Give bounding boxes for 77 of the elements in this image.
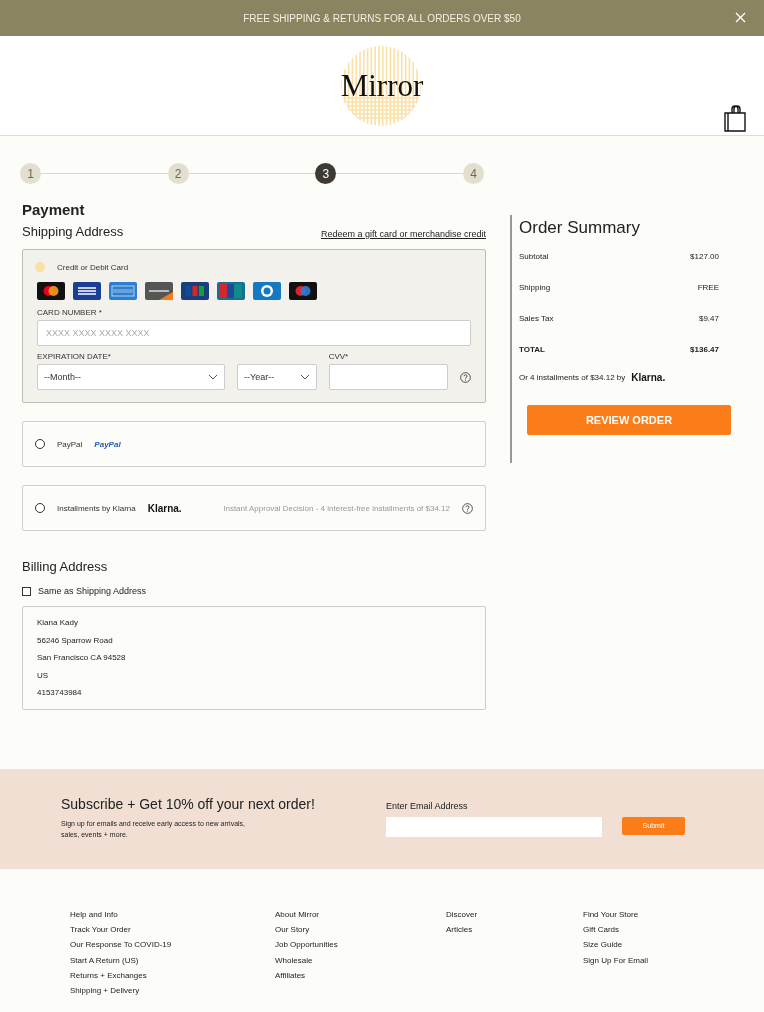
- card-logo-icon: [217, 282, 245, 300]
- redeem-link[interactable]: Redeem a gift card or merchandise credit: [320, 229, 486, 239]
- card-logo-icon: [145, 282, 173, 300]
- section-subtitle: Shipping Address: [22, 224, 124, 239]
- step-indicator: 1: [20, 163, 41, 184]
- radio-button[interactable]: [35, 439, 45, 449]
- footer-link[interactable]: About Mirror: [275, 908, 446, 921]
- klarna-logo: Klarna.: [631, 372, 666, 383]
- caret-icon: [208, 374, 218, 380]
- caret-icon: [299, 374, 310, 380]
- footer-link[interactable]: Articles: [446, 923, 583, 936]
- shopping-bag-icon[interactable]: [724, 105, 746, 132]
- email-field[interactable]: [386, 816, 602, 837]
- help-icon[interactable]: [460, 372, 471, 383]
- footer-link[interactable]: Shipping + Delivery: [70, 985, 275, 998]
- help-icon[interactable]: [462, 502, 473, 514]
- newsletter-title: Subscribe + Get 10% off your next order!: [61, 795, 316, 812]
- installment-note: Or 4 installments of $34.12 by: [519, 373, 626, 382]
- address-line: 4153743984: [37, 687, 83, 699]
- year-dropdown[interactable]: --Year--: [237, 364, 317, 390]
- card-logo-icon: [37, 282, 65, 300]
- field-label: EXPIRATION DATE*: [37, 352, 112, 361]
- footer-link[interactable]: Size Guide: [583, 939, 648, 952]
- footer-link[interactable]: Returns + Exchanges: [70, 970, 275, 983]
- summary-value: $9.47: [698, 314, 719, 325]
- footer-link[interactable]: Our Response To COVID-19: [70, 939, 275, 952]
- address-line: San Francisco CA 94528: [37, 652, 127, 664]
- address-line: Kiana Kady: [37, 617, 79, 629]
- installment-note: Instant Approval Decision - 4 interest-free installments of $34.12: [223, 503, 450, 513]
- payment-option-label: Installments by Klarna: [57, 503, 136, 513]
- payment-option-label: Credit or Debit Card: [57, 262, 129, 272]
- summary-label: Subtotal: [519, 252, 549, 263]
- radio-button[interactable]: [35, 503, 45, 513]
- summary-label: TOTAL: [519, 345, 545, 356]
- footer-link[interactable]: Discover: [446, 908, 583, 921]
- logo-text[interactable]: Mirror: [340, 67, 424, 104]
- footer-link[interactable]: Job Opportunities: [275, 939, 446, 952]
- address-line: 56246 Sparrow Road: [37, 634, 114, 646]
- section-title: Billing Address: [22, 559, 109, 574]
- summary-label: Shipping: [519, 283, 551, 294]
- checkbox-label: Same as Shipping Address: [38, 586, 147, 596]
- section-title: Payment: [22, 201, 86, 218]
- cvv-field[interactable]: [328, 364, 448, 390]
- summary-value: $136.47: [690, 345, 719, 356]
- footer-link[interactable]: Start A Return (US): [70, 954, 275, 967]
- footer-link[interactable]: Track Your Order: [70, 923, 275, 936]
- paypal-logo: PayPal: [94, 439, 121, 449]
- step-indicator: 4: [463, 163, 484, 184]
- month-dropdown[interactable]: --Month--: [37, 364, 225, 390]
- footer-link[interactable]: Gift Cards: [583, 923, 648, 936]
- footer-link[interactable]: Help and Info: [70, 908, 275, 921]
- summary-title: Order Summary: [519, 218, 641, 238]
- footer-link[interactable]: Wholesale: [275, 954, 446, 967]
- payment-option-label: PayPal: [57, 439, 83, 449]
- footer-link[interactable]: Affiliates: [275, 970, 446, 983]
- step-indicator: 2: [167, 163, 189, 184]
- footer-link[interactable]: Sign Up For Email: [583, 954, 648, 967]
- summary-value: FREE: [697, 283, 719, 294]
- checkbox[interactable]: [22, 586, 31, 596]
- address-line: US: [37, 669, 50, 681]
- field-label: Enter Email Address: [386, 800, 469, 811]
- card-logo-icon: [289, 282, 317, 300]
- card-logo-icon: [73, 282, 101, 300]
- card-number-field[interactable]: XXXX XXXX XXXX XXXX: [37, 320, 471, 346]
- card-logo-icon: [109, 282, 137, 300]
- footer-link[interactable]: Find Your Store: [583, 908, 648, 921]
- close-icon[interactable]: [735, 12, 746, 23]
- card-logo-icon: [253, 282, 281, 300]
- step-indicator: 3: [315, 163, 337, 184]
- footer-link[interactable]: Our Story: [275, 923, 446, 936]
- card-logo-icon: [181, 282, 209, 300]
- field-label: CVV*: [328, 352, 350, 361]
- field-label: CARD NUMBER *: [37, 308, 103, 317]
- summary-value: $127.00: [690, 252, 719, 263]
- klarna-logo: Klarna.: [147, 502, 182, 514]
- announcement-text: FREE SHIPPING & RETURNS FOR ALL ORDERS OVER $50: [243, 12, 521, 24]
- summary-label: Sales Tax: [519, 314, 554, 325]
